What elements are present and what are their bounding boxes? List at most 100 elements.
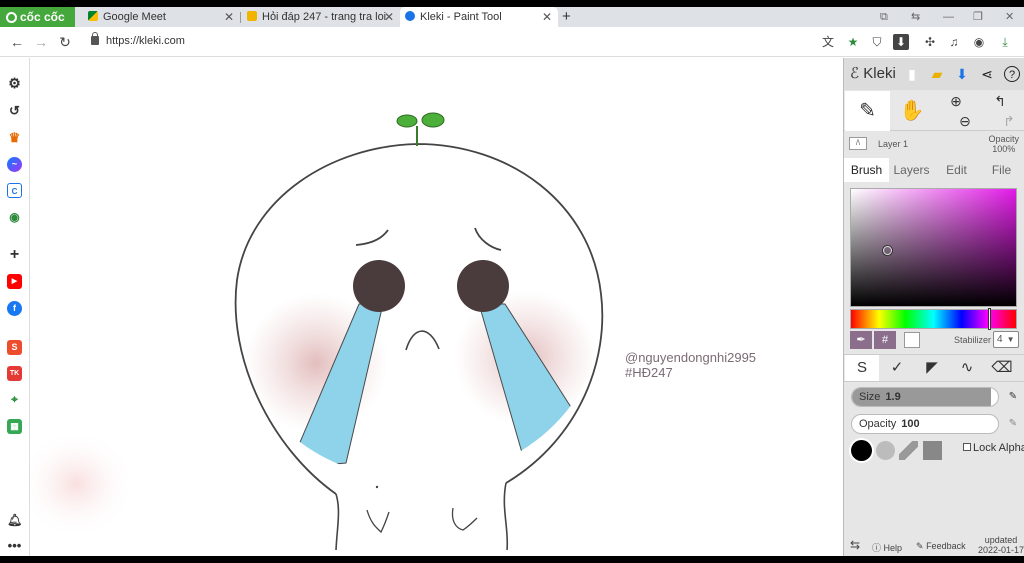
close-icon[interactable]: ✕ [384, 7, 394, 27]
shield-icon[interactable]: ⛉ [869, 34, 885, 50]
coccoc-brand[interactable]: cốc cốc [0, 7, 75, 27]
eyedropper-icon[interactable]: ✒ [850, 331, 872, 349]
tab-file[interactable]: File [979, 158, 1024, 182]
save-download-icon[interactable]: ⬇ [954, 66, 970, 82]
lock-alpha-checkbox[interactable]: Lock Alpha [963, 442, 1024, 454]
download-icon[interactable]: ⬇ [893, 34, 909, 50]
new-image-icon[interactable]: ▮ [904, 66, 920, 82]
right-brow [474, 227, 502, 251]
extensions-icon[interactable]: ✣ [922, 34, 938, 50]
updated-info: updated 2022-01-17 [978, 535, 1024, 555]
zoom-in-icon[interactable]: ⊕ [950, 93, 962, 109]
signature-handle: @nguyendongnhi2995 [625, 350, 757, 365]
stabilizer-select[interactable]: 4 ▼ [993, 331, 1019, 348]
tab-layers[interactable]: Layers [889, 158, 934, 182]
restore-icon[interactable]: ❐ [973, 7, 983, 27]
shopee-icon[interactable]: S [7, 340, 22, 355]
tab-kleki[interactable]: Kleki - Paint Tool ✕ [400, 7, 558, 27]
minimize-icon[interactable]: — [943, 7, 954, 27]
reload-icon[interactable]: ↻ [56, 33, 74, 51]
eraser-icon[interactable]: ⌫ [985, 355, 1019, 381]
music-icon[interactable]: ♫ [946, 34, 962, 50]
downloads-icon[interactable]: ⤓ [997, 34, 1013, 50]
url-field[interactable]: https://kleki.com [106, 35, 185, 47]
stabilizer-label: Stabilizer [954, 335, 992, 345]
chisel-tip-icon[interactable] [899, 441, 918, 460]
more-icon[interactable]: ••• [7, 538, 22, 553]
redo-icon[interactable]: ↱ [1003, 113, 1015, 129]
soft-tip-icon[interactable] [876, 441, 895, 460]
brush-tip-shapes: Lock Alpha [851, 439, 1024, 463]
tab-brush[interactable]: Brush [844, 158, 889, 182]
settings-icon[interactable]: ⚙ [7, 76, 22, 91]
google-meet-icon [88, 11, 98, 21]
kleki-logo-text: Kleki [863, 65, 896, 82]
lock-icon [91, 32, 99, 45]
drawing-canvas[interactable]: @nguyendongnhi2995 #HĐ247 [31, 58, 843, 556]
help-link[interactable]: ⓘ Help [872, 541, 902, 554]
account-icon[interactable]: ◉ [971, 34, 987, 50]
brush-tool-icon[interactable]: ✎ [845, 91, 890, 131]
sketchy-brush-icon[interactable]: ◤ [915, 355, 949, 381]
messenger-icon[interactable]: ~ [7, 157, 22, 172]
right-eye [457, 260, 509, 312]
hue-slider-handle[interactable] [988, 308, 991, 330]
back-icon[interactable]: ← [8, 33, 26, 51]
new-tab-label: + [562, 8, 571, 25]
pen-brush-icon[interactable]: S [845, 355, 879, 381]
add-icon[interactable]: + [7, 247, 22, 263]
left-hand [366, 509, 390, 534]
crown-icon[interactable]: ♛ [7, 130, 22, 145]
zoom-out-icon[interactable]: ⊖ [959, 113, 971, 129]
share-icon[interactable]: ⋖ [979, 66, 995, 82]
hand-tool-icon[interactable]: ✋ [892, 91, 932, 131]
opacity-label: Opacity [859, 418, 897, 430]
close-window-icon[interactable]: ✕ [1005, 7, 1014, 27]
sheet-icon[interactable]: ▦ [7, 419, 22, 434]
close-icon[interactable]: ✕ [542, 7, 552, 27]
bell-icon[interactable]: 🔔︎ [7, 513, 22, 528]
hue-slider[interactable] [850, 308, 1017, 330]
help-icon[interactable]: ? [1004, 66, 1020, 82]
opacity-pressure-icon[interactable]: ✎ [1007, 418, 1019, 430]
translate-icon[interactable]: 文 [820, 34, 836, 50]
current-layer-row[interactable]: /\ Layer 1 Opacity 100% [844, 132, 1024, 158]
pen-pressure-icon[interactable]: ✎ [1007, 391, 1019, 403]
tab-title: Google Meet [103, 11, 166, 23]
tab-edit[interactable]: Edit [934, 158, 979, 182]
size-value: 1.9 [885, 391, 901, 403]
history-icon[interactable]: ↺ [7, 103, 22, 118]
bookmark-star-icon[interactable]: ★ [845, 34, 861, 50]
kleki-header: ℰ Kleki ▮ ▰ ⬇ ⋖ ? [844, 58, 1024, 90]
new-tab-button[interactable]: + [562, 7, 576, 27]
youtube-icon[interactable]: ▶ [7, 274, 22, 289]
facebook-icon[interactable]: f [7, 301, 22, 316]
swap-sides-icon[interactable]: ⇆ [850, 538, 860, 552]
hex-input-button[interactable]: # [874, 331, 896, 349]
help-circle-icon: ⓘ [872, 543, 882, 553]
close-icon[interactable]: ✕ [224, 7, 234, 27]
blend-brush-icon[interactable]: ✓ [880, 355, 914, 381]
game-icon[interactable]: ◉ [7, 210, 22, 225]
tiki-icon[interactable]: TK [7, 366, 22, 381]
kleki-logo[interactable]: ℰ Kleki [850, 64, 896, 82]
back-forward-icon[interactable]: ⇆ [911, 7, 920, 27]
current-color-swatch[interactable] [904, 332, 920, 348]
feedback-link[interactable]: ✎ Feedback [916, 541, 966, 552]
maps-icon[interactable]: ⌖ [7, 392, 22, 407]
round-tip-icon[interactable] [851, 440, 872, 461]
pixel-brush-icon[interactable]: ∿ [950, 355, 984, 381]
square-tip-icon[interactable] [923, 441, 942, 460]
opacity-slider[interactable]: Opacity 100 [851, 414, 999, 434]
screenshot-icon[interactable]: ⧉ [880, 7, 888, 27]
undo-icon[interactable]: ↰ [994, 93, 1006, 109]
tab-hoi-dap[interactable]: Hỏi đáp 247 - trang tra loi ✕ [244, 7, 400, 27]
size-slider[interactable]: Size 1.9 [851, 387, 999, 407]
tab-google-meet[interactable]: Google Meet ✕ [84, 7, 240, 27]
coccoc-icon[interactable]: C [7, 183, 22, 198]
saturation-value-picker[interactable] [850, 188, 1017, 307]
forward-icon[interactable]: → [32, 33, 50, 51]
color-picker-handle[interactable] [883, 246, 892, 255]
opacity-value: 100 [901, 418, 920, 430]
open-folder-icon[interactable]: ▰ [929, 66, 945, 82]
